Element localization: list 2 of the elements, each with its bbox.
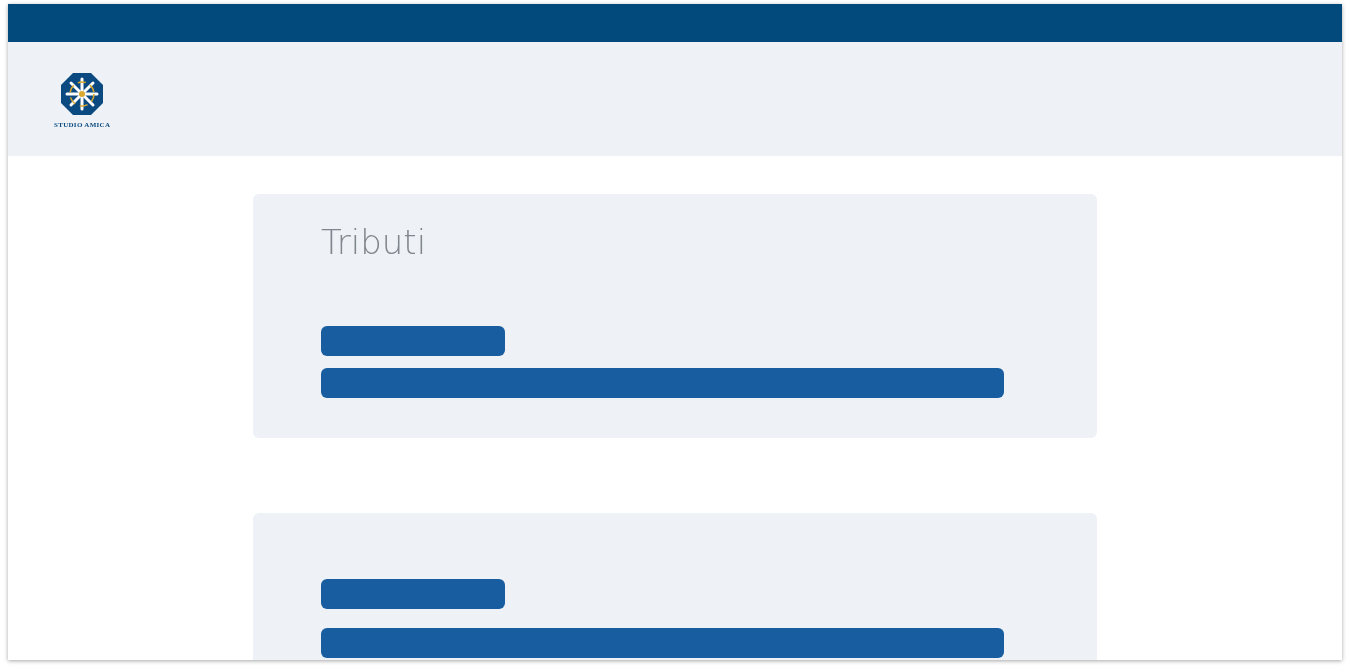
card-title: Tributi [321, 222, 427, 262]
logo-icon [60, 71, 105, 116]
